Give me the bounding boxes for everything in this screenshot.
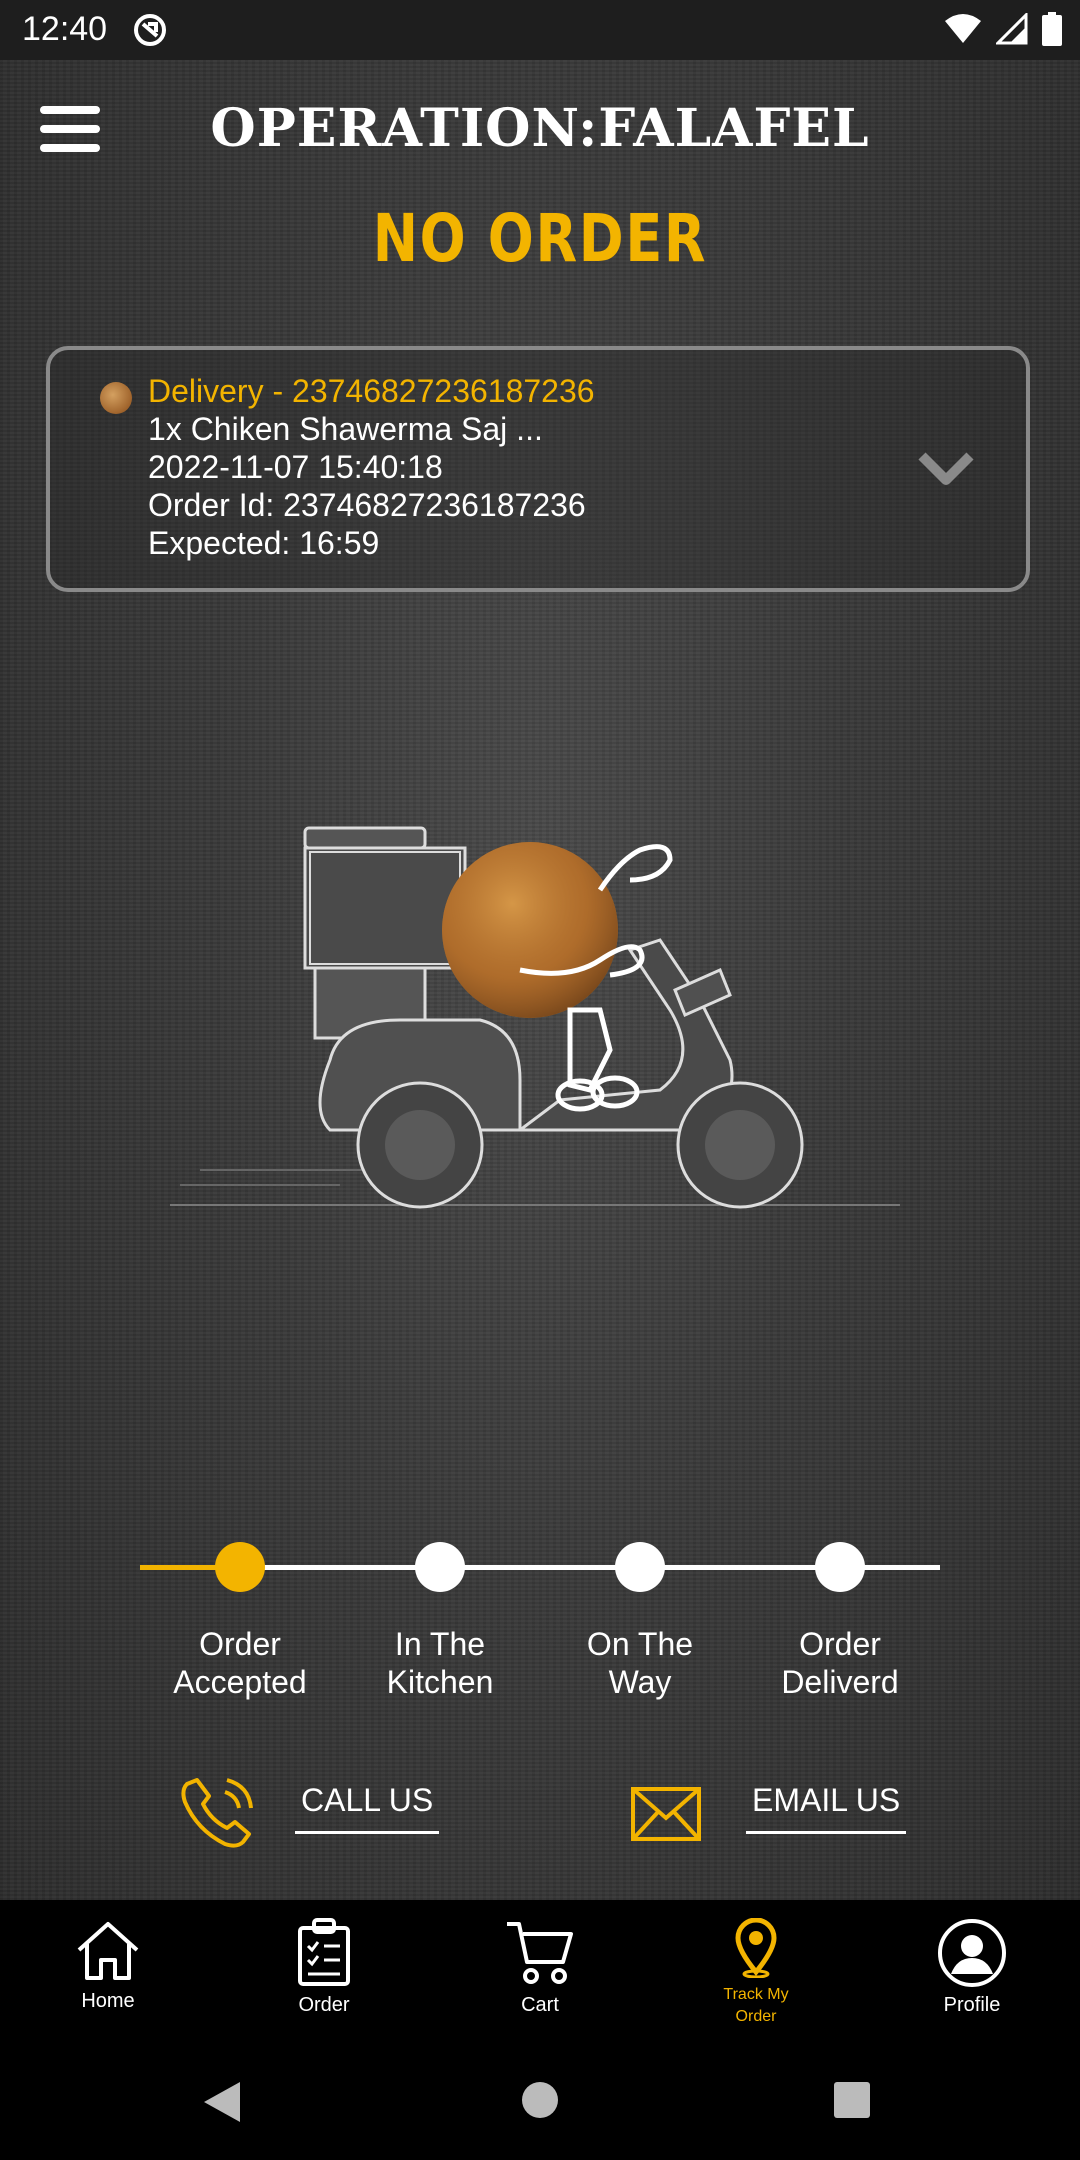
step-label-line: Accepted: [173, 1664, 307, 1700]
step-label-delivered: Order Deliverd: [740, 1625, 940, 1701]
nav-home[interactable]: Home: [8, 1900, 208, 2012]
nav-order[interactable]: Order: [224, 1900, 424, 2016]
step-dot-on-the-way: [615, 1542, 665, 1592]
recents-icon[interactable]: [832, 2080, 872, 2120]
step-label-line: On The: [586, 1626, 694, 1662]
step-label-line: Order: [199, 1626, 281, 1662]
email-us-button[interactable]: EMAIL US: [630, 1770, 950, 1870]
back-icon[interactable]: [200, 2080, 244, 2124]
nav-track-order[interactable]: Track My Order: [656, 1900, 856, 2028]
email-us-label[interactable]: EMAIL US: [746, 1782, 907, 1834]
signal-icon: [996, 13, 1028, 45]
profile-icon: [938, 1919, 1006, 1987]
app-notification-icon: [134, 14, 166, 46]
system-navigation-bar: [0, 2030, 1080, 2160]
app-header: OPERATION:FALAFEL: [0, 60, 1080, 190]
delivery-scooter-illustration: [170, 826, 900, 1209]
home-icon: [77, 1922, 139, 1980]
page-title: NO ORDER: [372, 200, 708, 277]
nav-home-label: Home: [81, 1990, 135, 2012]
nav-cart-label: Cart: [521, 1994, 559, 2016]
step-dot-delivered: [815, 1542, 865, 1592]
order-heading: Delivery - 23746827236187236: [148, 373, 595, 409]
nav-profile-label: Profile: [943, 1994, 1001, 2016]
wifi-icon: [945, 14, 981, 43]
chevron-down-icon[interactable]: [918, 450, 974, 490]
cart-icon: [507, 1922, 573, 1984]
bottom-navigation: Home Order Cart Track My Order Profile: [0, 1900, 1080, 2030]
step-label-line: Kitchen: [386, 1664, 494, 1700]
step-label-kitchen: In The Kitchen: [340, 1625, 540, 1701]
nav-order-label: Order: [298, 1994, 350, 2016]
step-label-line: Way: [608, 1664, 672, 1700]
home-circle-icon[interactable]: [520, 2080, 560, 2120]
nav-cart[interactable]: Cart: [440, 1900, 640, 2016]
falafel-dot-icon: [100, 382, 132, 414]
order-expected: Expected: 16:59: [148, 525, 380, 561]
order-datetime: 2022-11-07 15:40:18: [148, 449, 443, 485]
nav-track-order-label: Track My Order: [723, 1986, 789, 2025]
phone-icon: [181, 1778, 253, 1848]
status-time: 12:40: [22, 10, 108, 48]
order-details: Delivery - 23746827236187236 1x Chiken S…: [148, 372, 595, 562]
order-card[interactable]: Delivery - 23746827236187236 1x Chiken S…: [46, 346, 1030, 592]
status-icons: [944, 12, 1062, 46]
order-progress-tracker: Order Accepted In The Kitchen On The Way…: [0, 1540, 1080, 1740]
location-pin-icon: [735, 1918, 777, 1978]
envelope-icon: [631, 1787, 701, 1841]
status-bar: 12:40: [0, 0, 1080, 60]
nav-profile[interactable]: Profile: [872, 1900, 1072, 2016]
step-dot-accepted: [215, 1542, 265, 1592]
step-label-line: Order: [799, 1626, 881, 1662]
battery-icon: [1042, 12, 1062, 46]
order-id: Order Id: 23746827236187236: [148, 487, 586, 523]
step-label-on-the-way: On The Way: [540, 1625, 740, 1701]
step-label-line: Deliverd: [781, 1664, 899, 1700]
brand-logo: OPERATION:FALAFEL: [210, 98, 870, 159]
call-us-button[interactable]: CALL US: [175, 1770, 475, 1870]
call-us-label[interactable]: CALL US: [295, 1782, 440, 1834]
order-items: 1x Chiken Shawerma Saj ...: [148, 411, 543, 447]
step-label-line: In The: [394, 1626, 486, 1662]
step-dot-kitchen: [415, 1542, 465, 1592]
clipboard-icon: [298, 1918, 350, 1986]
step-label-accepted: Order Accepted: [140, 1625, 340, 1701]
